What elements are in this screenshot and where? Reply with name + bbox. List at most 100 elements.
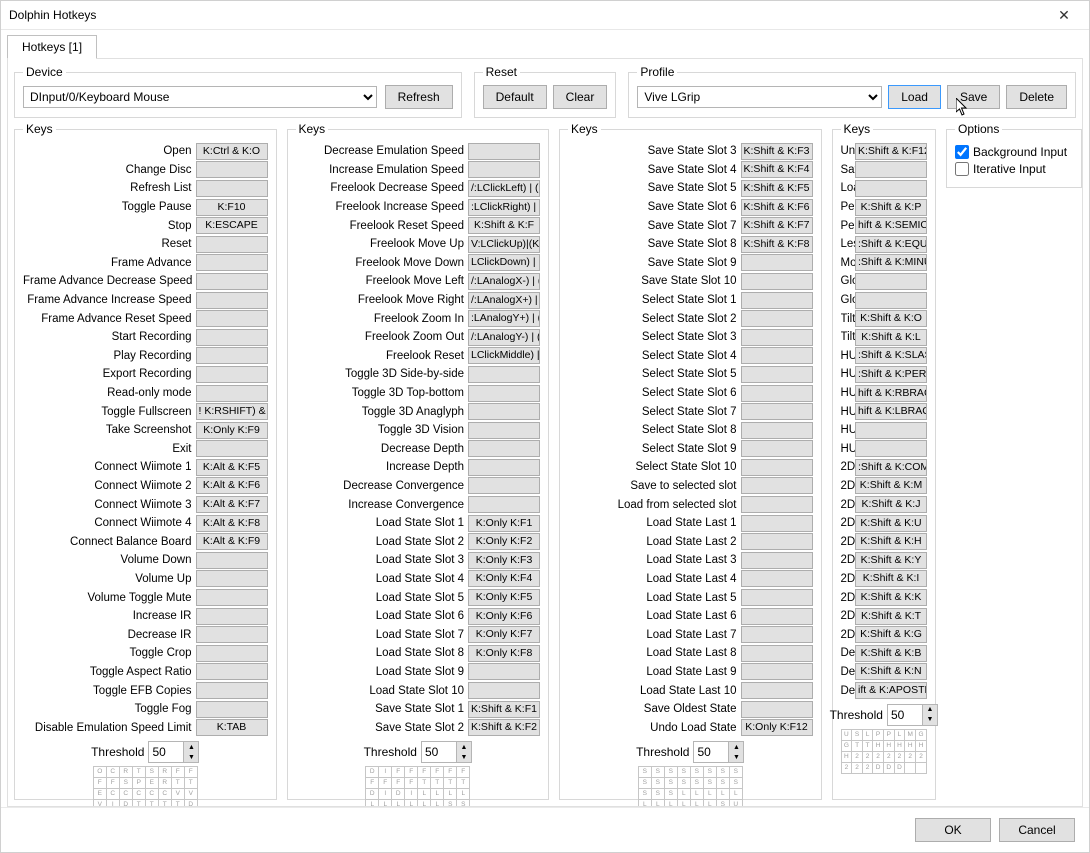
hotkey-binding-button[interactable]: K:Shift & K:G <box>855 626 927 643</box>
threshold-input[interactable] <box>149 743 183 761</box>
hotkey-binding-button[interactable]: hift & K:RBRACK <box>855 385 927 402</box>
hotkey-binding-button[interactable]: K:Shift & K:F <box>468 217 540 234</box>
hotkey-binding-button[interactable] <box>196 645 268 662</box>
hotkey-binding-button[interactable] <box>196 292 268 309</box>
hotkey-binding-button[interactable]: :LClickRight) | (K: <box>468 199 540 216</box>
hotkey-binding-button[interactable] <box>196 329 268 346</box>
threshold-up[interactable]: ▲ <box>457 742 471 752</box>
hotkey-binding-button[interactable]: K:Shift & K:J <box>855 496 927 513</box>
hotkey-binding-button[interactable] <box>468 385 540 402</box>
hotkey-binding-button[interactable]: K:Shift & K:O <box>855 310 927 327</box>
hotkey-binding-button[interactable] <box>741 459 813 476</box>
hotkey-binding-button[interactable]: K:Only K:F9 <box>196 422 268 439</box>
hotkey-binding-button[interactable] <box>741 570 813 587</box>
threshold-input[interactable] <box>694 743 728 761</box>
hotkey-binding-button[interactable] <box>196 552 268 569</box>
hotkey-binding-button[interactable] <box>741 533 813 550</box>
hotkey-binding-button[interactable] <box>196 608 268 625</box>
hotkey-binding-button[interactable]: K:Ctrl & K:O <box>196 143 268 160</box>
hotkey-binding-button[interactable]: hift & K:LBRACK <box>855 403 927 420</box>
hotkey-binding-button[interactable] <box>468 440 540 457</box>
hotkey-binding-button[interactable] <box>468 496 540 513</box>
hotkey-binding-button[interactable]: K:Alt & K:F5 <box>196 459 268 476</box>
threshold-up[interactable]: ▲ <box>923 705 937 715</box>
hotkey-binding-button[interactable] <box>468 403 540 420</box>
hotkey-binding-button[interactable] <box>196 180 268 197</box>
hotkey-binding-button[interactable] <box>741 422 813 439</box>
hotkey-binding-button[interactable]: K:Only K:F4 <box>468 570 540 587</box>
threshold-input[interactable] <box>422 743 456 761</box>
hotkey-binding-button[interactable]: K:Shift & K:F8 <box>741 236 813 253</box>
hotkey-binding-button[interactable] <box>741 645 813 662</box>
hotkey-binding-button[interactable] <box>741 701 813 718</box>
hotkey-binding-button[interactable]: K:Shift & K:N <box>855 663 927 680</box>
hotkey-binding-button[interactable]: K:Alt & K:F6 <box>196 477 268 494</box>
hotkey-binding-button[interactable] <box>196 310 268 327</box>
profile-load-button[interactable]: Load <box>888 85 941 109</box>
hotkey-binding-button[interactable] <box>741 496 813 513</box>
threshold-up[interactable]: ▲ <box>184 742 198 752</box>
cancel-button[interactable]: Cancel <box>999 818 1075 842</box>
hotkey-binding-button[interactable] <box>196 570 268 587</box>
hotkey-binding-button[interactable]: K:Only K:F1 <box>468 515 540 532</box>
hotkey-binding-button[interactable]: K:Only K:F7 <box>468 626 540 643</box>
threshold-down[interactable]: ▼ <box>184 752 198 762</box>
hotkey-binding-button[interactable]: K:Shift & K:P <box>855 199 927 216</box>
hotkey-binding-button[interactable]: K:Shift & K:F5 <box>741 180 813 197</box>
hotkey-binding-button[interactable] <box>855 180 927 197</box>
hotkey-binding-button[interactable] <box>196 347 268 364</box>
device-refresh-button[interactable]: Refresh <box>385 85 453 109</box>
profile-delete-button[interactable]: Delete <box>1006 85 1067 109</box>
hotkey-binding-button[interactable] <box>741 366 813 383</box>
hotkey-binding-button[interactable] <box>196 366 268 383</box>
hotkey-binding-button[interactable] <box>468 161 540 178</box>
hotkey-binding-button[interactable]: K:Only K:F2 <box>468 533 540 550</box>
hotkey-binding-button[interactable]: K:Only K:F6 <box>468 608 540 625</box>
hotkey-binding-button[interactable] <box>196 273 268 290</box>
hotkey-binding-button[interactable]: K:Shift & K:H <box>855 533 927 550</box>
hotkey-binding-button[interactable]: K:TAB <box>196 719 268 736</box>
profile-save-button[interactable]: Save <box>947 85 1000 109</box>
hotkey-binding-button[interactable] <box>196 663 268 680</box>
hotkey-binding-button[interactable]: K:Shift & K:F1 <box>468 701 540 718</box>
hotkey-binding-button[interactable] <box>855 273 927 290</box>
hotkey-binding-button[interactable]: K:Shift & K:T <box>855 608 927 625</box>
close-button[interactable]: ✕ <box>1047 4 1081 26</box>
hotkey-binding-button[interactable] <box>741 310 813 327</box>
hotkey-binding-button[interactable] <box>741 552 813 569</box>
hotkey-binding-button[interactable]: :LAnalogY+) | (K:S <box>468 310 540 327</box>
clear-button[interactable]: Clear <box>553 85 608 109</box>
hotkey-binding-button[interactable] <box>855 440 927 457</box>
hotkey-binding-button[interactable] <box>196 161 268 178</box>
hotkey-binding-button[interactable] <box>741 589 813 606</box>
hotkey-binding-button[interactable] <box>741 347 813 364</box>
hotkey-binding-button[interactable]: K:Alt & K:F9 <box>196 533 268 550</box>
hotkey-binding-button[interactable] <box>196 385 268 402</box>
background-input-checkbox[interactable] <box>955 145 969 159</box>
hotkey-binding-button[interactable] <box>855 292 927 309</box>
hotkey-binding-button[interactable] <box>196 440 268 457</box>
hotkey-binding-button[interactable] <box>741 292 813 309</box>
hotkey-binding-button[interactable]: K:Shift & K:F3 <box>741 143 813 160</box>
hotkey-binding-button[interactable] <box>468 459 540 476</box>
threshold-up[interactable]: ▲ <box>729 742 743 752</box>
threshold-down[interactable]: ▼ <box>729 752 743 762</box>
hotkey-binding-button[interactable]: :Shift & K:MINUS <box>855 254 927 271</box>
hotkey-binding-button[interactable]: K:ESCAPE <box>196 217 268 234</box>
hotkey-binding-button[interactable]: /:LAnalogX-) | (K:S <box>468 273 540 290</box>
hotkey-binding-button[interactable] <box>196 589 268 606</box>
ok-button[interactable]: OK <box>915 818 991 842</box>
hotkey-binding-button[interactable]: K:Shift & K:M <box>855 477 927 494</box>
hotkey-binding-button[interactable]: K:Shift & K:F7 <box>741 217 813 234</box>
hotkey-binding-button[interactable] <box>741 515 813 532</box>
hotkey-binding-button[interactable]: K:Shift & K:K <box>855 589 927 606</box>
hotkey-binding-button[interactable]: K:Shift & K:F6 <box>741 199 813 216</box>
hotkey-binding-button[interactable] <box>196 254 268 271</box>
hotkey-binding-button[interactable] <box>855 422 927 439</box>
hotkey-binding-button[interactable]: K:Only K:F3 <box>468 552 540 569</box>
hotkey-binding-button[interactable] <box>468 477 540 494</box>
hotkey-binding-button[interactable]: :Shift & K:PERIO <box>855 366 927 383</box>
hotkey-binding-button[interactable]: ift & K:APOSTRO <box>855 682 927 699</box>
hotkey-binding-button[interactable]: ! K:RSHIFT) & !K <box>196 403 268 420</box>
hotkey-binding-button[interactable] <box>741 273 813 290</box>
